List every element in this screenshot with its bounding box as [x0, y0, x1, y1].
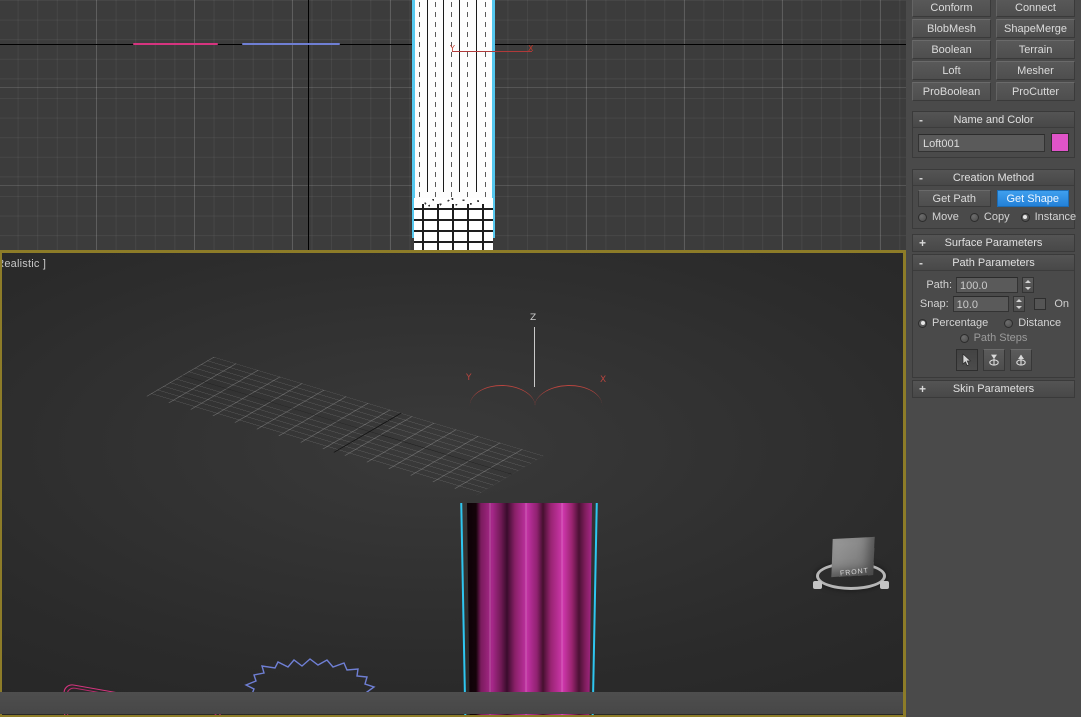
path-tool-button-row — [918, 349, 1069, 371]
object-button-proboolean[interactable]: ProBoolean — [912, 82, 991, 101]
next-shape-icon — [1015, 354, 1026, 366]
front-gizmo-x-label: X — [528, 44, 534, 53]
rollout-name-and-color: - Name and Color Loft001 — [912, 111, 1075, 158]
rollout-title-creation-method: Creation Method — [952, 172, 1035, 184]
command-panel: Conform Connect BlobMesh ShapeMerge Bool… — [906, 0, 1081, 717]
path-spinner[interactable] — [1022, 277, 1034, 293]
rollout-header-path-parameters[interactable]: - Path Parameters — [913, 255, 1074, 271]
radio-distance-icon[interactable] — [1004, 318, 1014, 328]
rollout-header-name-and-color[interactable]: - Name and Color — [913, 112, 1074, 128]
pick-shape-button[interactable] — [955, 349, 978, 371]
object-button-mesher[interactable]: Mesher — [996, 61, 1075, 80]
radio-instance-label[interactable]: Instance — [1035, 211, 1077, 223]
loft-object[interactable] — [442, 503, 617, 715]
front-axis-vertical — [308, 0, 309, 250]
front-transform-gizmo[interactable]: Y X — [450, 44, 538, 60]
radio-percentage-icon[interactable] — [918, 318, 927, 328]
previous-shape-icon — [988, 354, 999, 366]
path-input[interactable]: 100.0 — [956, 277, 1018, 293]
expand-toggle-icon[interactable]: + — [919, 381, 926, 397]
perspective-transform-gizmo[interactable]: Z Y X — [466, 313, 612, 423]
snap-label: Snap: — [919, 298, 949, 310]
collapse-toggle-icon[interactable]: - — [919, 112, 923, 128]
radio-instance-icon[interactable] — [1020, 212, 1030, 222]
object-button-conform[interactable]: Conform — [912, 0, 991, 17]
object-button-blobmesh[interactable]: BlobMesh — [912, 19, 991, 38]
radio-copy-label[interactable]: Copy — [984, 211, 1010, 223]
collapse-toggle-icon[interactable]: - — [919, 170, 923, 186]
path-value-row: Path: 100.0 — [918, 277, 1069, 293]
snap-input[interactable]: 10.0 — [952, 296, 1010, 312]
rollout-header-surface-parameters[interactable]: + Surface Parameters — [913, 235, 1074, 251]
rollout-surface-parameters: + Surface Parameters — [912, 234, 1075, 252]
loft-shaft — [467, 503, 592, 715]
rollout-title-path-parameters: Path Parameters — [952, 257, 1035, 269]
viewport-perspective[interactable]: ective ] [ Realistic ] — [0, 250, 906, 717]
pick-shape-icon — [962, 353, 971, 367]
next-shape-button[interactable] — [1009, 349, 1032, 371]
object-button-loft[interactable]: Loft — [912, 61, 991, 80]
object-button-terrain[interactable]: Terrain — [996, 40, 1075, 59]
front-gizmo-y-label: Y — [450, 44, 455, 53]
radio-path-steps-icon[interactable] — [959, 333, 969, 343]
rollout-header-creation-method[interactable]: - Creation Method — [913, 170, 1074, 186]
snap-on-checkbox[interactable] — [1034, 298, 1047, 310]
object-type-button-grid: Conform Connect BlobMesh ShapeMerge Bool… — [912, 0, 1075, 101]
get-path-button[interactable]: Get Path — [918, 190, 991, 207]
rollout-creation-method: - Creation Method Get Path Get Shape Mov… — [912, 169, 1077, 229]
bottom-ui-strip — [0, 692, 906, 714]
front-shape-star-edge[interactable] — [242, 43, 340, 45]
radio-move-label[interactable]: Move — [932, 211, 959, 223]
gizmo-z-label: Z — [530, 313, 537, 323]
object-button-procutter[interactable]: ProCutter — [996, 82, 1075, 101]
radio-copy-icon[interactable] — [969, 212, 979, 222]
collapse-toggle-icon[interactable]: - — [919, 255, 923, 271]
object-color-swatch[interactable] — [1051, 133, 1069, 152]
snap-on-label: On — [1054, 298, 1069, 310]
viewport-front[interactable]: Y X — [0, 0, 906, 250]
get-shape-button[interactable]: Get Shape — [996, 190, 1069, 207]
radio-move-icon[interactable] — [918, 212, 927, 222]
object-name-input[interactable]: Loft001 — [918, 133, 1045, 152]
snap-spinner[interactable] — [1013, 296, 1026, 312]
viewport-label[interactable]: ective ] [ Realistic ] — [2, 258, 46, 270]
object-button-connect[interactable]: Connect — [996, 0, 1075, 17]
snap-value-row: Snap: 10.0 On — [918, 296, 1069, 312]
radio-percentage-label[interactable]: Percentage — [932, 317, 988, 329]
object-button-shapemerge[interactable]: ShapeMerge — [996, 19, 1075, 38]
path-label: Path: — [926, 279, 952, 291]
front-loft-base — [414, 198, 493, 250]
viewport-area: Y X ective ] [ Realistic ] — [0, 0, 906, 717]
gizmo-y-label: Y — [466, 373, 472, 383]
radio-distance-label[interactable]: Distance — [1018, 317, 1061, 329]
expand-toggle-icon[interactable]: + — [919, 235, 926, 251]
rollout-title-surface-parameters: Surface Parameters — [944, 237, 1043, 249]
viewcube[interactable]: FRONT — [813, 535, 889, 603]
rollout-title-name-and-color: Name and Color — [953, 114, 1034, 126]
front-shape-rect-edge[interactable] — [133, 43, 218, 45]
rollout-path-parameters: - Path Parameters Path: 100.0 Snap: 10.0… — [912, 254, 1075, 378]
gizmo-x-label: X — [600, 375, 607, 385]
rollout-header-skin-parameters[interactable]: + Skin Parameters — [913, 381, 1074, 397]
rollout-skin-parameters: + Skin Parameters — [912, 380, 1075, 398]
rollout-title-skin-parameters: Skin Parameters — [952, 383, 1035, 395]
object-button-boolean[interactable]: Boolean — [912, 40, 991, 59]
radio-path-steps-label[interactable]: Path Steps — [974, 332, 1028, 344]
previous-shape-button[interactable] — [982, 349, 1005, 371]
